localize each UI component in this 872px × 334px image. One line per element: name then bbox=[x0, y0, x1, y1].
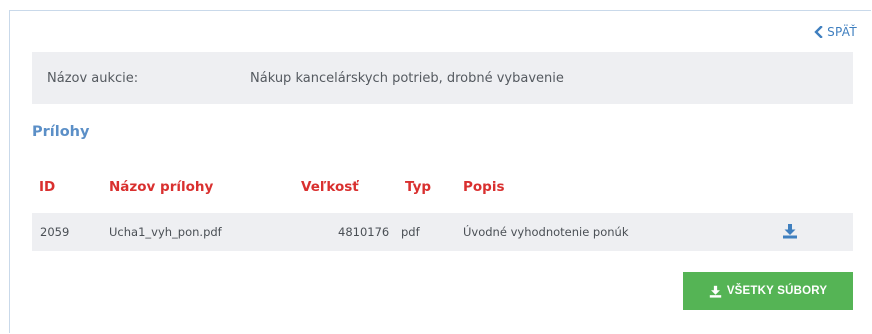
column-header-name: Názov prílohy bbox=[109, 179, 214, 195]
download-icon bbox=[709, 285, 721, 298]
cell-description: Úvodné vyhodnotenie ponúk bbox=[463, 225, 629, 239]
back-link-label: SPÄŤ bbox=[827, 25, 857, 39]
attachments-title: Prílohy bbox=[32, 124, 90, 140]
cell-type: pdf bbox=[401, 225, 420, 239]
column-header-id: ID bbox=[39, 179, 56, 195]
auction-name-value: Nákup kancelárskych potrieb, drobné vyba… bbox=[250, 70, 564, 86]
column-header-type: Typ bbox=[405, 179, 432, 195]
auction-name-label: Názov aukcie: bbox=[47, 70, 139, 86]
download-all-files-label: VŠETKY SÚBORY bbox=[726, 285, 828, 297]
back-link[interactable]: SPÄŤ bbox=[814, 25, 857, 39]
chevron-left-icon bbox=[814, 26, 823, 38]
attachments-table: ID Názov prílohy Veľkosť Typ Popis 2059 … bbox=[32, 173, 853, 251]
cell-name: Ucha1_vyh_pon.pdf bbox=[109, 225, 222, 239]
table-row: 2059 Ucha1_vyh_pon.pdf 4810176 pdf Úvodn… bbox=[32, 213, 853, 251]
column-header-description: Popis bbox=[463, 179, 505, 195]
auction-info-box: Názov aukcie: Nákup kancelárskych potrie… bbox=[32, 52, 853, 104]
download-icon[interactable] bbox=[782, 223, 798, 239]
column-header-size: Veľkosť bbox=[301, 179, 359, 195]
cell-id: 2059 bbox=[40, 225, 70, 239]
download-all-files-button[interactable]: VŠETKY SÚBORY bbox=[683, 272, 853, 310]
cell-size: 4810176 bbox=[338, 225, 390, 239]
auction-detail-panel: SPÄŤ Názov aukcie: Nákup kancelárskych p… bbox=[9, 10, 871, 333]
table-header: ID Názov prílohy Veľkosť Typ Popis bbox=[32, 173, 853, 213]
